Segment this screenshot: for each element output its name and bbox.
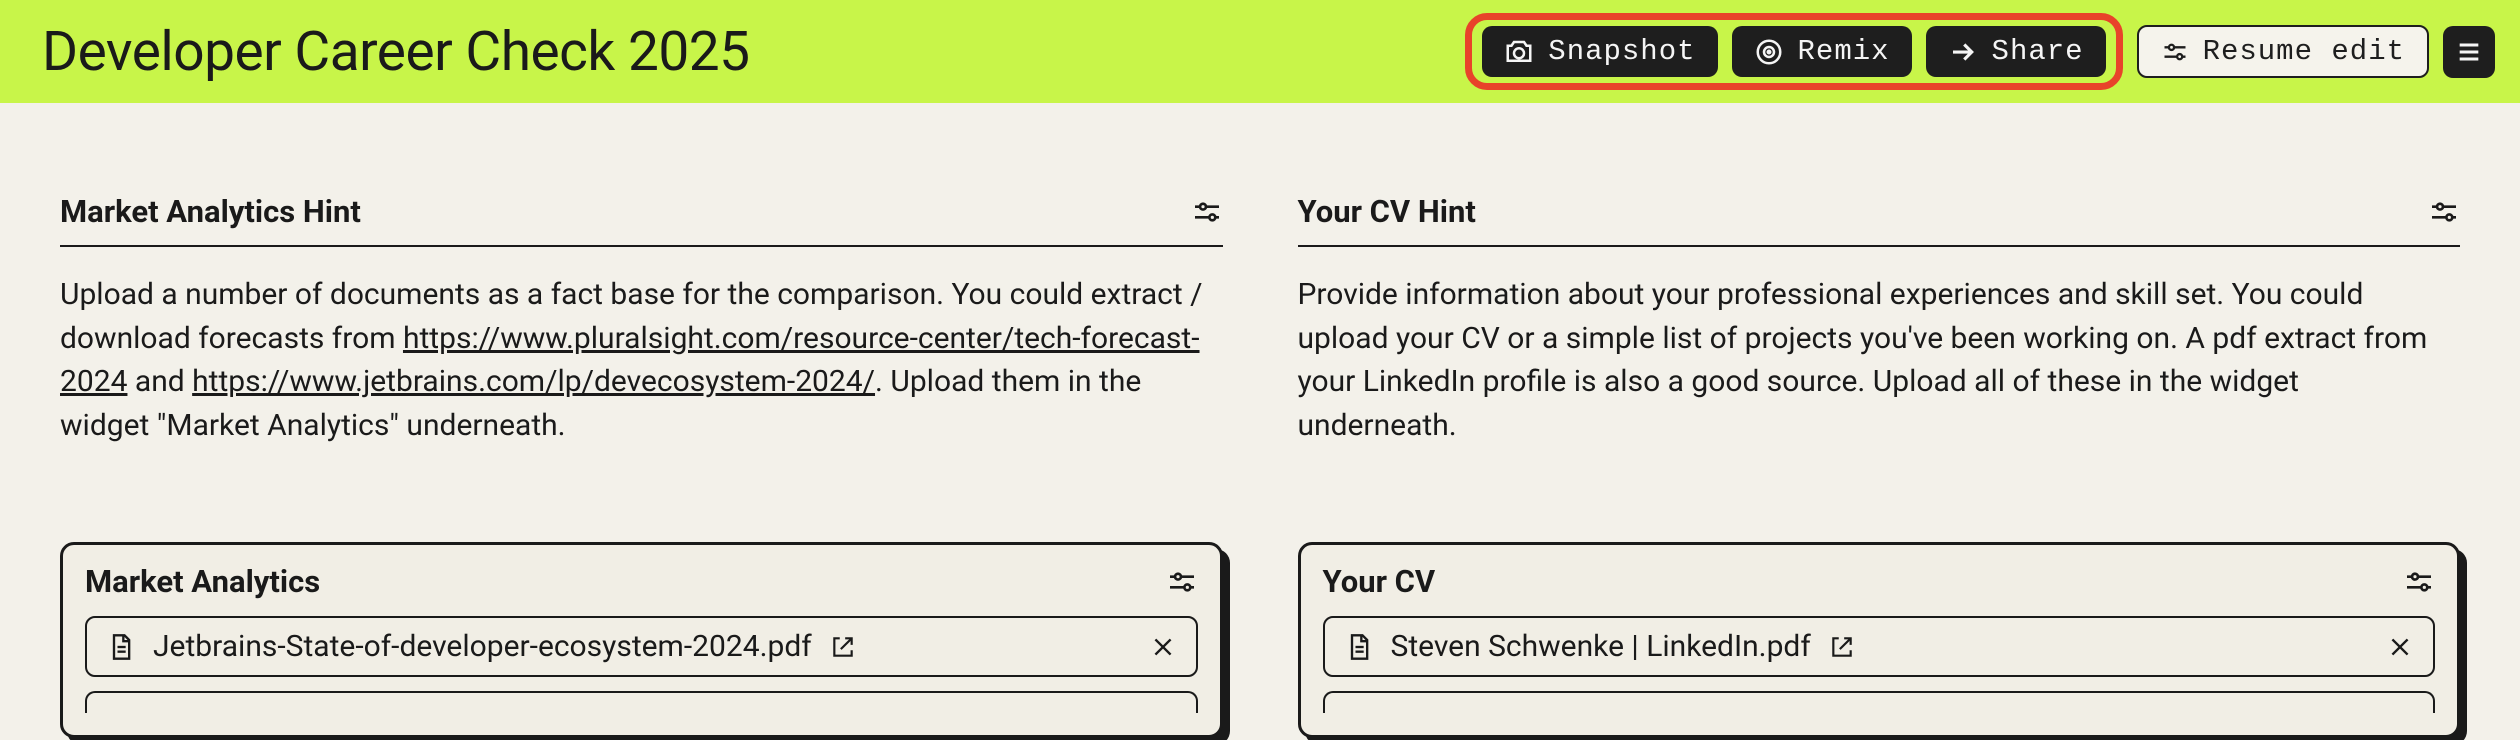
sliders-icon[interactable]	[1166, 566, 1198, 598]
menu-button[interactable]	[2443, 26, 2495, 78]
snapshot-label: Snapshot	[1548, 35, 1695, 68]
file-name: Jetbrains-State-of-developer-ecosystem-2…	[153, 629, 812, 664]
cv-widget-title: Your CV	[1323, 563, 1436, 600]
arrow-right-icon	[1948, 37, 1978, 67]
market-widget-title: Market Analytics	[85, 563, 320, 600]
sliders-icon[interactable]	[1191, 196, 1223, 228]
share-label: Share	[1992, 35, 2084, 68]
cv-hint-title: Your CV Hint	[1298, 193, 1476, 230]
right-column: Your CV Hint Provide information about y…	[1298, 193, 2461, 738]
highlighted-action-group: Snapshot Remix Share	[1465, 13, 2122, 90]
resume-edit-label: Resume edit	[2203, 35, 2405, 68]
hint-text-segment: and	[127, 364, 192, 399]
file-chip-left: Jetbrains-State-of-developer-ecosystem-2…	[107, 629, 856, 664]
file-name: Steven Schwenke | LinkedIn.pdf	[1391, 629, 1811, 664]
close-icon[interactable]	[1150, 634, 1176, 660]
cv-widget-header: Your CV	[1323, 563, 2436, 600]
camera-icon	[1504, 37, 1534, 67]
file-chip-left: Steven Schwenke | LinkedIn.pdf	[1345, 629, 1855, 664]
market-widget-header: Market Analytics	[85, 563, 1198, 600]
resume-edit-button[interactable]: Resume edit	[2137, 25, 2429, 78]
external-link-icon[interactable]	[1829, 634, 1855, 660]
market-analytics-widget: Market Analytics Jetbrains-State-of-de	[60, 542, 1223, 738]
file-chip-placeholder	[85, 691, 1198, 713]
external-link-icon[interactable]	[830, 634, 856, 660]
page-title: Developer Career Check 2025	[42, 20, 750, 84]
market-hint-header: Market Analytics Hint	[60, 193, 1223, 247]
market-hint-text: Upload a number of documents as a fact b…	[60, 273, 1223, 447]
header-bar: Developer Career Check 2025 Snapshot Rem…	[0, 0, 2520, 103]
sliders-icon	[2161, 38, 2189, 66]
sliders-icon[interactable]	[2428, 196, 2460, 228]
share-button[interactable]: Share	[1926, 26, 2106, 77]
market-hint-title: Market Analytics Hint	[60, 193, 361, 230]
snapshot-button[interactable]: Snapshot	[1482, 26, 1717, 77]
document-icon	[107, 633, 135, 661]
cv-hint-text: Provide information about your professio…	[1298, 273, 2461, 447]
hint-link-jetbrains[interactable]: https://www.jetbrains.com/lp/devecosyste…	[192, 364, 875, 399]
target-icon	[1754, 37, 1784, 67]
header-actions: Snapshot Remix Share	[1465, 13, 2495, 90]
close-icon[interactable]	[2387, 634, 2413, 660]
remix-label: Remix	[1798, 35, 1890, 68]
cv-widget: Your CV Steven Schwenke | LinkedIn.pdf	[1298, 542, 2461, 738]
file-chip-placeholder	[1323, 691, 2436, 713]
cv-hint-header: Your CV Hint	[1298, 193, 2461, 247]
hamburger-icon	[2455, 38, 2483, 66]
left-column: Market Analytics Hint Upload a number of…	[60, 193, 1223, 738]
file-chip: Steven Schwenke | LinkedIn.pdf	[1323, 616, 2436, 677]
main-columns: Market Analytics Hint Upload a number of…	[0, 103, 2520, 738]
remix-button[interactable]: Remix	[1732, 26, 1912, 77]
file-chip: Jetbrains-State-of-developer-ecosystem-2…	[85, 616, 1198, 677]
sliders-icon[interactable]	[2403, 566, 2435, 598]
document-icon	[1345, 633, 1373, 661]
